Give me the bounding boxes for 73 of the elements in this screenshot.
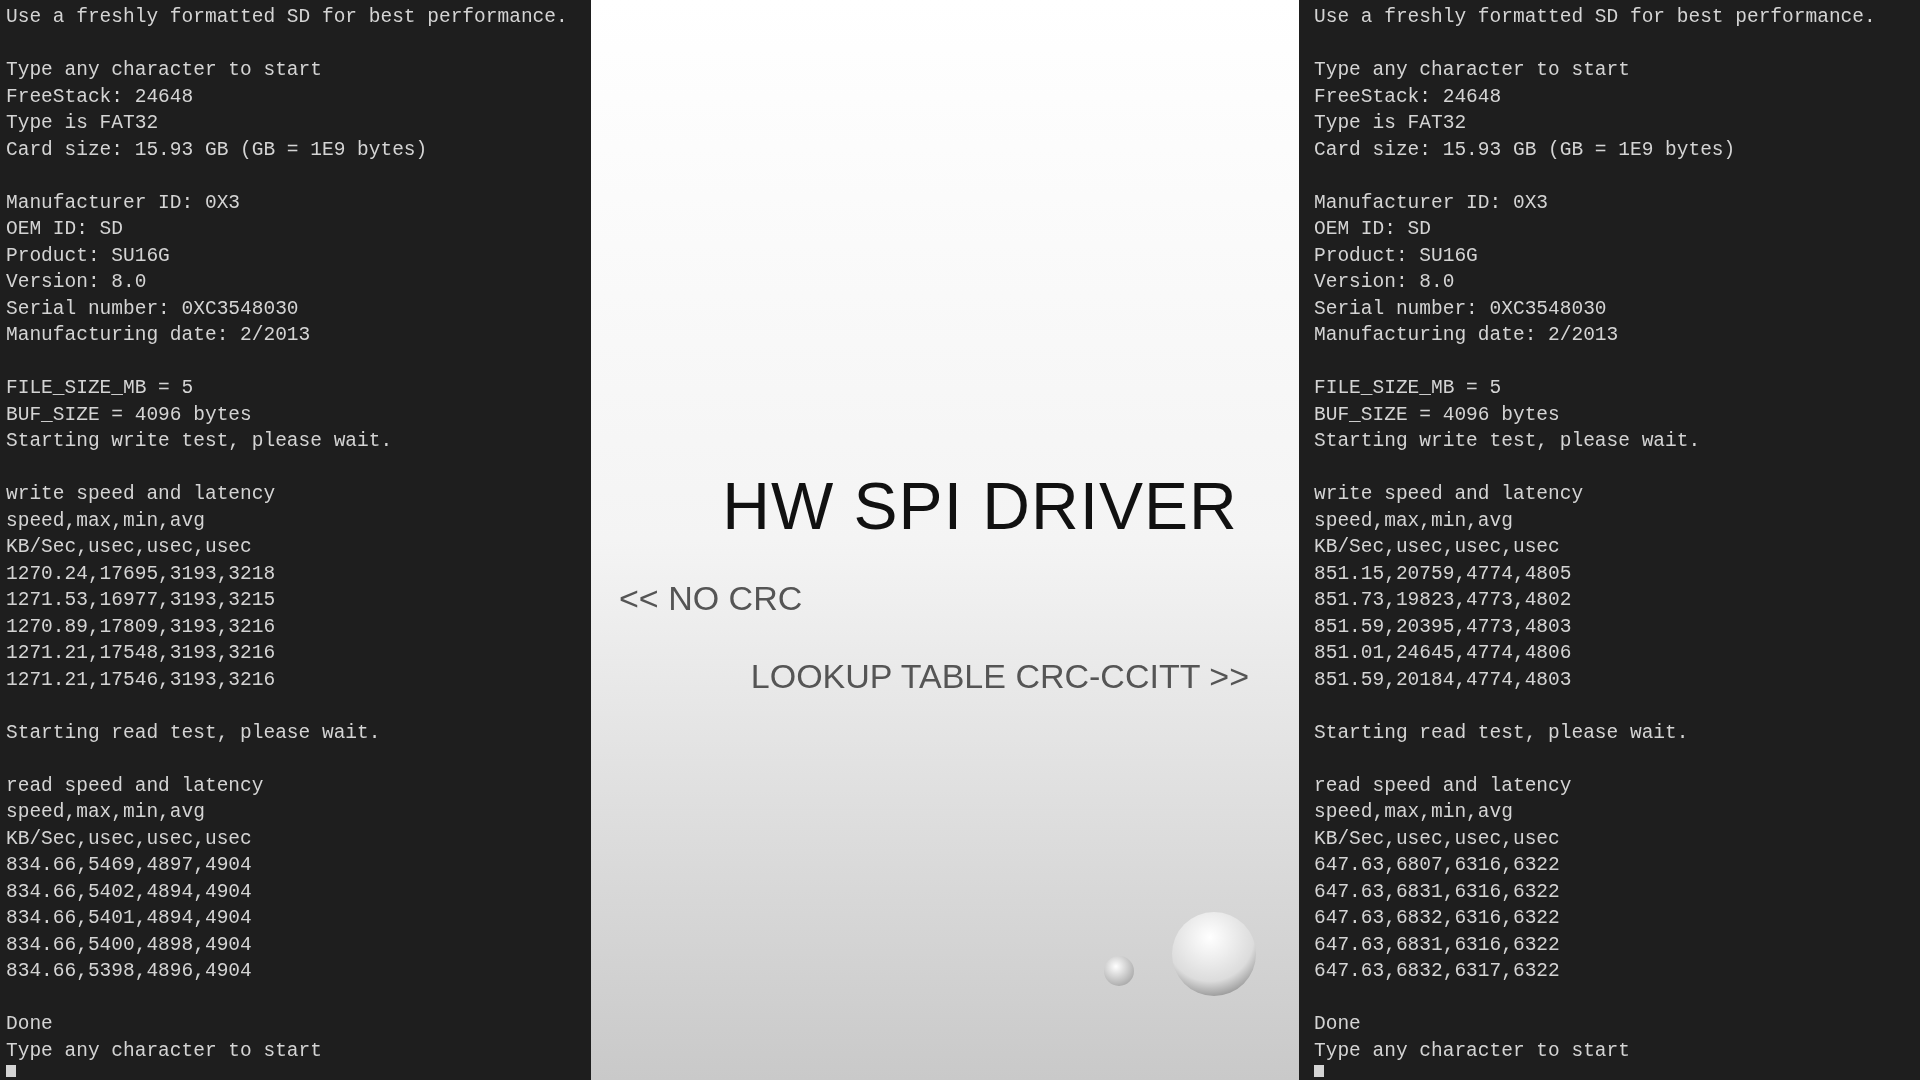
slide-note: LOOKUP TABLE CRC-CCITT >>: [750, 656, 1249, 696]
terminal-line: Starting write test, please wait.: [6, 429, 393, 454]
terminal-line: 647.63,6831,6316,6322: [1314, 932, 1560, 958]
terminal-line: BUF_SIZE = 4096 bytes: [6, 402, 252, 428]
terminal-line: Use a freshly formatted SD for best performance.: [6, 5, 568, 30]
terminal-line: Serial number: 0XC3548030: [1314, 296, 1607, 322]
terminal-line: 851.15,20759,4774,4805: [1314, 561, 1572, 587]
terminal-line: KB/Sec,usec,usec,usec: [1314, 826, 1560, 852]
terminal-line: Manufacturer ID: 0X3: [6, 190, 241, 216]
terminal-line: KB/Sec,usec,usec,usec: [6, 826, 252, 852]
terminal-line: Type is FAT32: [1314, 111, 1467, 136]
terminal-line: write speed and latency: [6, 482, 276, 507]
terminal-line: Use a freshly formatted SD for best performance.: [1314, 5, 1876, 30]
terminal-line: speed,max,min,avg: [1314, 800, 1513, 825]
terminal-line: write speed and latency: [1314, 482, 1584, 507]
terminal-line: Serial number: 0XC3548030: [6, 296, 299, 322]
terminal-line: FILE_SIZE_MB = 5: [6, 376, 194, 401]
terminal-line: 851.01,24645,4774,4806: [1314, 641, 1572, 666]
terminal-line: FILE_SIZE_MB = 5: [1314, 376, 1502, 401]
terminal-line: speed,max,min,avg: [6, 508, 205, 534]
terminal-line: 851.59,20184,4774,4803: [1314, 667, 1572, 693]
terminal-line: 647.63,6807,6316,6322: [1314, 853, 1560, 878]
terminal-line: Version: 8.0: [6, 270, 147, 295]
terminal-line: Manufacturing date: 2/2013: [6, 323, 311, 348]
terminal-line: 1271.21,17546,3193,3216: [6, 667, 276, 693]
slide-note: << NO CRC: [619, 578, 803, 618]
terminal-line: Type is FAT32: [6, 111, 159, 136]
terminal-line: Version: 8.0: [1314, 270, 1455, 295]
bubble-icon: [1171, 911, 1257, 997]
terminal-line: 851.73,19823,4773,4802: [1314, 588, 1572, 613]
terminal-line: KB/Sec,usec,usec,usec: [1314, 535, 1560, 560]
terminal-line: 1270.89,17809,3193,3216: [6, 614, 276, 640]
terminal-line: 851.59,20395,4773,4803: [1314, 614, 1572, 640]
terminal-line: 647.63,6832,6317,6322: [1314, 959, 1560, 984]
terminal-line: 1270.24,17695,3193,3218: [6, 561, 276, 587]
terminal-line: speed,max,min,avg: [1314, 508, 1513, 534]
terminal-line: 834.66,5398,4896,4904: [6, 959, 252, 984]
terminal-line: 647.63,6831,6316,6322: [1314, 879, 1560, 905]
terminal-line: read speed and latency: [6, 773, 264, 799]
terminal-line: 647.63,6832,6316,6322: [1314, 906, 1560, 931]
terminal-line: KB/Sec,usec,usec,usec: [6, 535, 252, 560]
terminal-line: 834.66,5400,4898,4904: [6, 932, 252, 958]
terminal-line: 834.66,5402,4894,4904: [6, 879, 252, 905]
terminal-line: 834.66,5469,4897,4904: [6, 853, 252, 878]
terminal-line: 1271.53,16977,3193,3215: [6, 588, 276, 613]
terminal-line: Product: SU16G: [1314, 243, 1478, 269]
terminal-line: Type any character to start: [6, 58, 322, 83]
terminal-line: Manufacturing date: 2/2013: [1314, 323, 1619, 348]
terminal-line: read speed and latency: [1314, 773, 1572, 799]
terminal-line: 1271.21,17548,3193,3216: [6, 641, 276, 666]
terminal-line: Starting read test, please wait.: [1314, 720, 1689, 746]
slide-title: HW SPI DRIVER: [722, 468, 1238, 544]
terminal-line: Product: SU16G: [6, 243, 170, 269]
terminal-line: BUF_SIZE = 4096 bytes: [1314, 402, 1560, 428]
bubble-icon: [1103, 955, 1135, 987]
terminal-line: Type any character to start: [1314, 1038, 1630, 1064]
terminal-line: OEM ID: SD: [6, 217, 124, 242]
terminal-line: Card size: 15.93 GB (GB = 1E9 bytes): [6, 137, 428, 163]
terminal-line: Manufacturer ID: 0X3: [1314, 190, 1549, 216]
terminal-line: Type any character to start: [6, 1038, 322, 1064]
terminal-line: FreeStack: 24648: [1314, 84, 1502, 110]
cursor-icon: [1314, 1064, 1324, 1077]
terminal-line: Type any character to start: [1314, 58, 1630, 83]
cursor-icon: [6, 1064, 16, 1077]
terminal-line: Done: [1314, 1012, 1361, 1037]
terminal-line: Done: [6, 1012, 53, 1037]
terminal-line: speed,max,min,avg: [6, 800, 205, 825]
terminal-line: Starting write test, please wait.: [1314, 429, 1701, 454]
terminal-line: OEM ID: SD: [1314, 217, 1432, 242]
terminal-line: FreeStack: 24648: [6, 84, 194, 110]
terminal-line: Starting read test, please wait.: [6, 720, 381, 746]
terminal-line: Card size: 15.93 GB (GB = 1E9 bytes): [1314, 137, 1736, 163]
terminal-line: 834.66,5401,4894,4904: [6, 906, 252, 931]
